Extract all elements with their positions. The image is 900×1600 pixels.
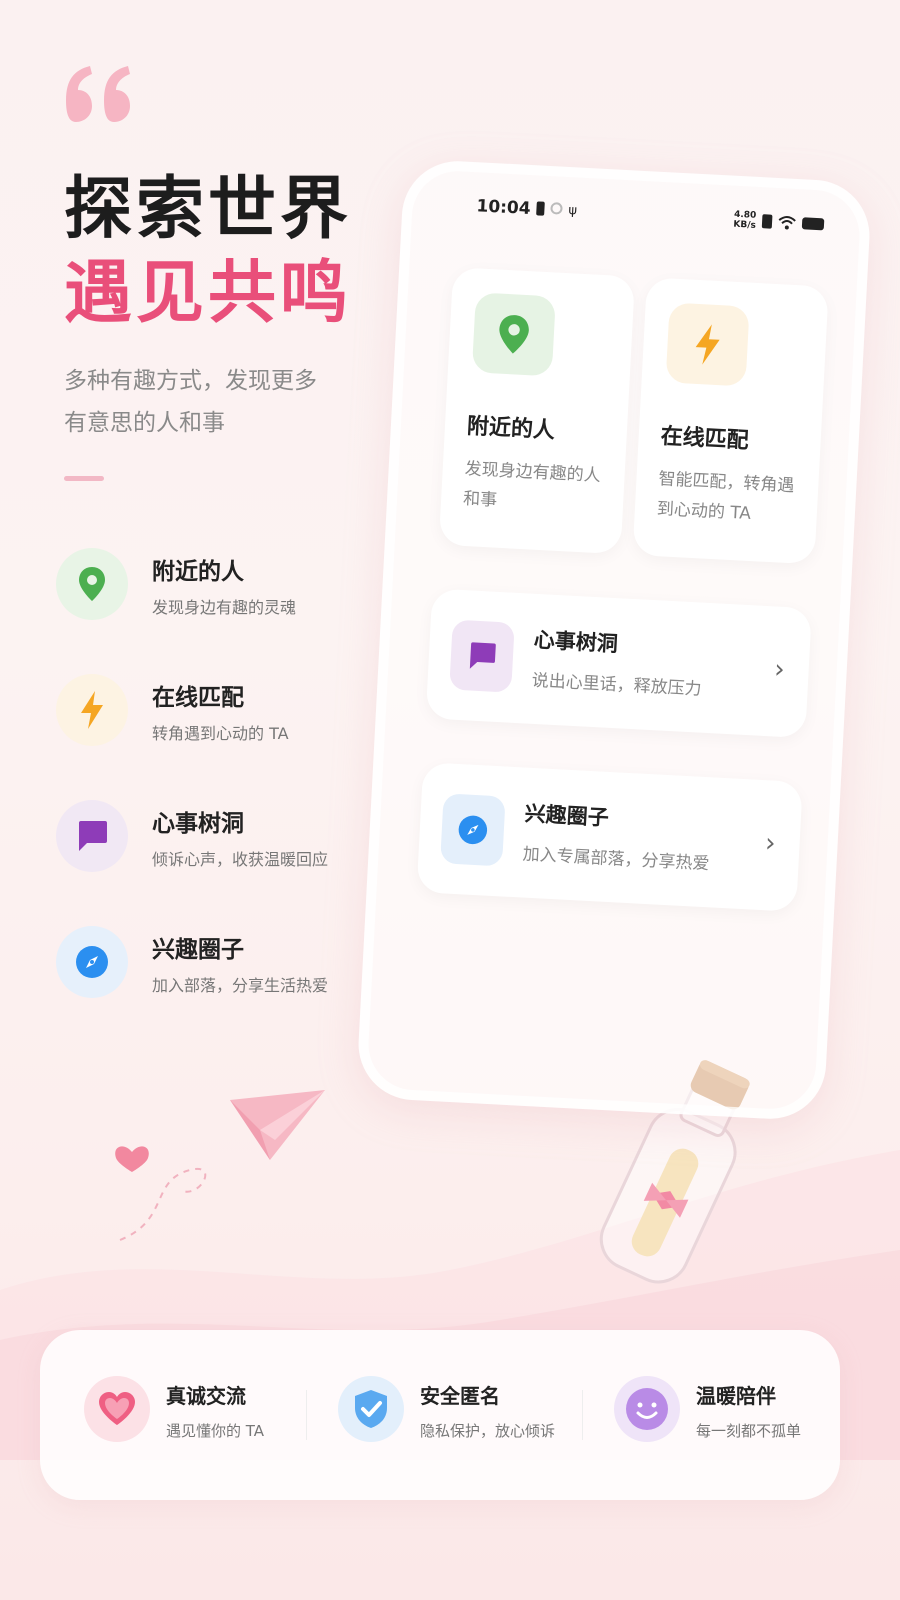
card-title: 在线匹配 <box>660 424 750 454</box>
feature-desc: 倾诉心声，收获温暖回应 <box>152 850 329 869</box>
highlight-title: 温暖陪伴 <box>696 1384 776 1408</box>
feature-title: 附近的人 <box>152 559 244 585</box>
chevron-right-icon[interactable]: › <box>764 828 776 859</box>
paper-plane-decoration <box>115 1090 325 1241</box>
highlight-desc: 遇见懂你的 TA <box>166 1422 265 1440</box>
usb-icon: ψ <box>568 203 578 219</box>
subtitle-line1: 多种有趣方式，发现更多 <box>64 368 317 394</box>
subtitle: 多种有趣方式，发现更多 有意思的人和事 <box>64 360 364 444</box>
sim-icon <box>761 214 773 229</box>
highlight-title: 安全匿名 <box>420 1384 500 1408</box>
card-desc: 说出心里话，释放压力 <box>531 670 703 700</box>
bottom-highlights: 真诚交流 遇见懂你的 TA 安全匿名 隐私保护，放心倾诉 温暖陪伴 每一刻都不孤… <box>40 1330 840 1500</box>
card-desc: 加入专属部落，分享热爱 <box>522 844 710 875</box>
feature-nearby[interactable]: 附近的人 发现身边有趣的灵魂 <box>56 548 376 628</box>
feature-title: 兴趣圈子 <box>152 937 244 963</box>
highlight-desc: 隐私保护，放心倾诉 <box>420 1422 556 1440</box>
chat-bubble-icon <box>449 619 515 693</box>
card-title: 心事树洞 <box>533 627 619 657</box>
card-circles[interactable]: 兴趣圈子 加入专属部落，分享热爱 › <box>416 762 803 912</box>
feature-desc: 发现身边有趣的灵魂 <box>152 598 297 617</box>
status-bar: 10:04 ψ 4.80 KB/s <box>475 196 825 244</box>
chevron-right-icon[interactable]: › <box>773 654 785 685</box>
heart-icon <box>84 1376 150 1442</box>
lightning-icon <box>665 302 750 387</box>
headline-line2: 遇见共鸣 <box>64 254 353 333</box>
phone-mockup: 10:04 ψ 4.80 KB/s 附近的人 发现身边有趣的人和事 在线匹配 智能… <box>355 158 873 1122</box>
quote-mark-icon <box>66 66 130 122</box>
smiley-icon <box>614 1376 680 1442</box>
chat-bubble-icon <box>56 800 128 872</box>
highlight-title: 真诚交流 <box>166 1384 246 1408</box>
feature-circles[interactable]: 兴趣圈子 加入部落，分享生活热爱 <box>56 926 376 1006</box>
card-treehole[interactable]: 心事树洞 说出心里话，释放压力 › <box>425 588 812 739</box>
lightning-icon <box>56 674 128 746</box>
compass-icon <box>440 793 506 867</box>
location-pin-icon <box>471 292 556 377</box>
compass-icon <box>56 926 128 998</box>
feature-treehole[interactable]: 心事树洞 倾诉心声，收获温暖回应 <box>56 800 376 880</box>
subtitle-line2: 有意思的人和事 <box>64 410 225 436</box>
status-icons-left: ψ <box>536 201 577 218</box>
card-title: 兴趣圈子 <box>524 801 610 830</box>
status-icons-right: 4.80 KB/s <box>733 209 825 235</box>
sync-icon <box>550 202 563 215</box>
separator <box>582 1390 583 1440</box>
card-title: 附近的人 <box>466 414 556 444</box>
feature-title: 心事树洞 <box>152 811 244 837</box>
status-time: 10:04 <box>475 196 532 220</box>
feature-match[interactable]: 在线匹配 转角遇到心动的 TA <box>56 674 376 754</box>
card-desc: 发现身边有趣的人和事 <box>462 458 602 511</box>
card-match[interactable]: 在线匹配 智能匹配，转角遇到心动的 TA <box>632 277 829 565</box>
separator <box>306 1390 307 1440</box>
feature-desc: 加入部落，分享生活热爱 <box>152 976 329 995</box>
battery-icon <box>801 217 825 231</box>
feature-title: 在线匹配 <box>152 685 244 711</box>
shield-check-icon <box>338 1376 404 1442</box>
location-pin-icon <box>56 548 128 620</box>
card-desc: 智能匹配，转角遇到心动的 TA <box>656 469 795 524</box>
wifi-icon <box>778 215 796 230</box>
headline: 探索世界 遇见共鸣 <box>64 168 352 336</box>
highlight-desc: 每一刻都不孤单 <box>696 1422 802 1440</box>
battery-saver-icon <box>536 201 545 216</box>
card-nearby[interactable]: 附近的人 发现身边有趣的人和事 <box>438 267 636 555</box>
feature-desc: 转角遇到心动的 TA <box>152 724 289 743</box>
divider <box>64 476 104 481</box>
headline-line1: 探索世界 <box>64 170 353 249</box>
network-speed: 4.80 KB/s <box>733 209 757 231</box>
